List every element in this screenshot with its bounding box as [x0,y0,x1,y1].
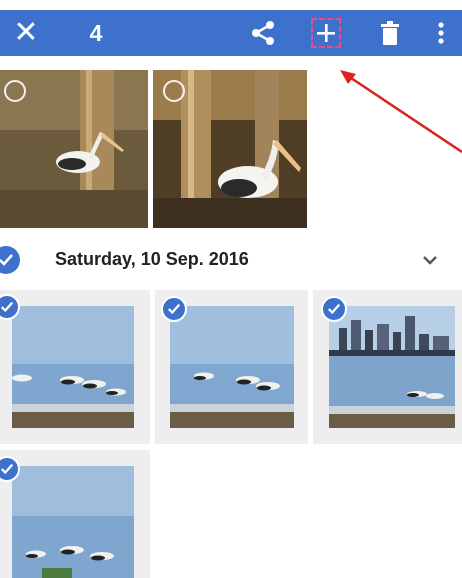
annotation-arrow [340,70,462,154]
